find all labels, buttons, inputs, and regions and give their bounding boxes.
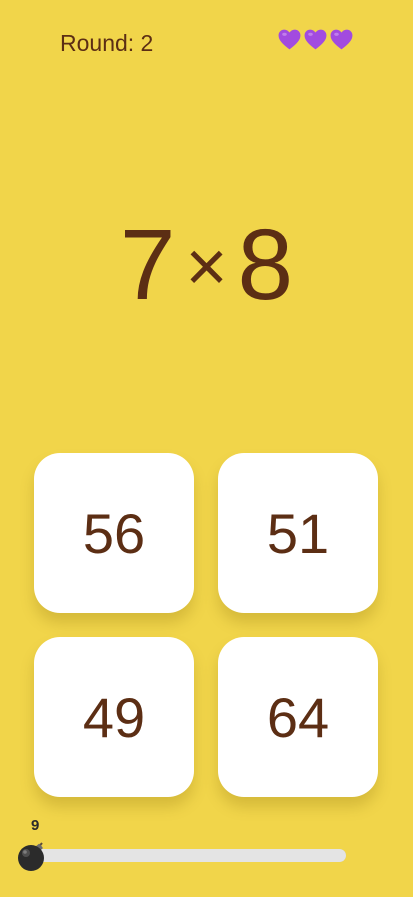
round-label: Round: 2 [60,30,154,56]
answer-card[interactable]: 56 [34,453,194,613]
answer-label: 56 [82,501,146,565]
answer-card[interactable]: 49 [34,637,194,797]
lives-hearts [277,27,354,52]
purple-heart-icon [278,29,301,50]
answer-label: 51 [266,501,330,565]
answer-label: 64 [266,685,330,749]
timer-bar-fill [30,849,346,862]
purple-heart-icon [304,29,327,50]
timer-bar [30,849,346,862]
answer-card[interactable]: 64 [218,637,378,797]
purple-heart-icon [330,29,353,50]
problem-right-operand: 8 [237,209,294,321]
problem-left-operand: 7 [119,209,176,321]
math-problem: 7 × 8 [0,210,413,330]
multiply-operator: × [185,227,228,307]
answer-card[interactable]: 51 [218,453,378,613]
timer-count: 9 [31,817,40,834]
bomb-icon [18,842,44,871]
answer-label: 49 [82,685,146,749]
